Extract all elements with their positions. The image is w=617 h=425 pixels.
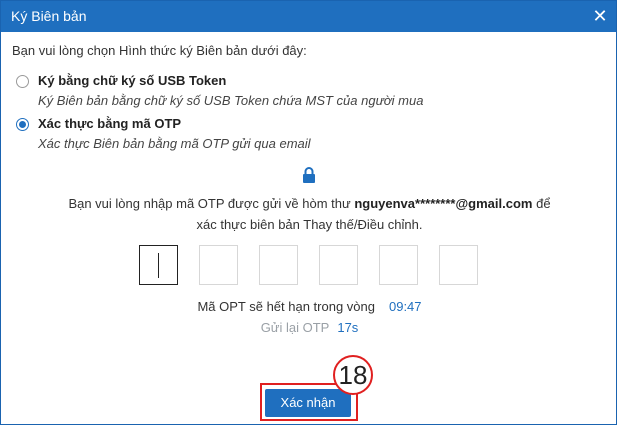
usb-token-radio[interactable]: [16, 75, 29, 88]
dialog-title: Ký Biên bản: [11, 8, 87, 24]
lock-icon: [303, 167, 315, 183]
otp-description: Xác thực Biên bản bằng mã OTP gửi qua em…: [38, 136, 311, 151]
text-caret: [158, 253, 159, 278]
otp-digit-4[interactable]: [319, 245, 358, 285]
instruction-text: Bạn vui lòng chọn Hình thức ký Biên bản …: [12, 43, 307, 58]
confirm-button[interactable]: Xác nhận: [265, 389, 351, 417]
otp-label[interactable]: Xác thực bằng mã OTP: [38, 116, 181, 131]
step-badge: 18: [333, 355, 373, 395]
otp-digit-6[interactable]: [439, 245, 478, 285]
otp-resend-line: Gửi lại OTP 17s: [1, 320, 617, 335]
sign-dialog: Ký Biên bản ✕ Bạn vui lòng chọn Hình thứ…: [0, 0, 617, 425]
usb-token-label[interactable]: Ký bằng chữ ký số USB Token: [38, 73, 226, 88]
otp-digit-5[interactable]: [379, 245, 418, 285]
resend-countdown: 17s: [337, 320, 359, 335]
otp-expire-time: 09:47: [388, 299, 422, 314]
usb-token-description: Ký Biên bản bằng chữ ký số USB Token chứ…: [38, 93, 424, 108]
dialog-titlebar: Ký Biên bản ✕: [1, 1, 616, 32]
otp-message: Bạn vui lòng nhập mã OTP được gửi về hòm…: [21, 196, 598, 211]
otp-message-line2: xác thực biên bản Thay thế/Điều chỉnh.: [196, 217, 423, 232]
otp-radio[interactable]: [16, 118, 29, 131]
otp-expire-label: Mã OPT sẽ hết hạn trong vòng: [197, 299, 375, 314]
otp-email: nguyenva********@gmail.com: [354, 196, 533, 211]
otp-digit-3[interactable]: [259, 245, 298, 285]
otp-digit-1[interactable]: [139, 245, 178, 285]
otp-message-prefix: Bạn vui lòng nhập mã OTP được gửi về hòm…: [68, 196, 351, 211]
otp-digit-2[interactable]: [199, 245, 238, 285]
close-icon[interactable]: ✕: [590, 5, 610, 27]
resend-otp-link[interactable]: Gửi lại OTP: [261, 320, 330, 335]
otp-message-suffix: để: [536, 196, 551, 211]
otp-expire-line: Mã OPT sẽ hết hạn trong vòng 09:47: [1, 299, 617, 314]
